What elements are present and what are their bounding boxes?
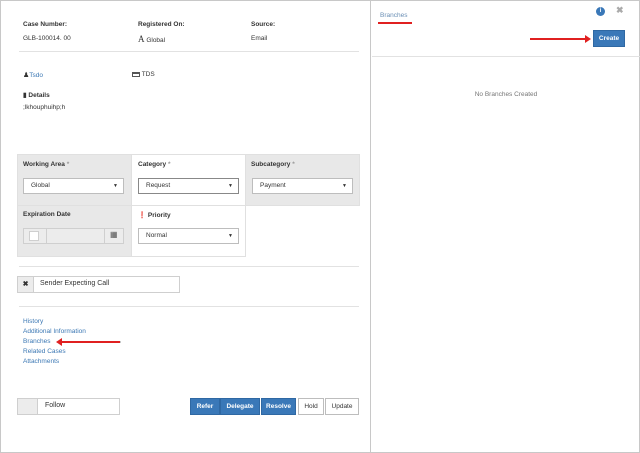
divider <box>19 266 359 267</box>
divider <box>19 306 359 307</box>
working-area-select[interactable]: Global ▼ <box>23 178 124 194</box>
divider <box>104 229 105 243</box>
calendar-icon[interactable]: ▦ <box>110 230 118 239</box>
annotation-arrow <box>530 35 591 43</box>
refer-button[interactable]: Refer <box>190 398 220 415</box>
source-value: Email <box>251 35 268 42</box>
registered-on-label: Registered On: <box>138 21 185 28</box>
tag-text: Sender Expecting Call <box>40 280 110 287</box>
link-branches[interactable]: Branches <box>23 338 50 345</box>
subcategory-label: Subcategory * <box>251 161 295 168</box>
branches-panel: Branches i ✖ Create No Branches Created <box>372 1 640 453</box>
card-icon <box>132 71 140 77</box>
expiration-label: Expiration Date <box>23 211 71 218</box>
case-number-value: GLB-100014. 00 <box>23 35 71 42</box>
case-window: Case Number: GLB-100014. 00 Registered O… <box>0 0 640 453</box>
caret-down-icon: ▼ <box>342 183 347 189</box>
caret-down-icon: ▼ <box>113 183 118 189</box>
details-value: ;lkhouphuihp;h <box>23 104 66 111</box>
title-underline-annotation <box>378 22 412 24</box>
category-label: Category * <box>138 161 171 168</box>
expiration-date-input[interactable]: ▦ <box>23 228 124 244</box>
panel-title: Branches <box>380 12 408 19</box>
divider <box>19 51 359 52</box>
follow-checkbox[interactable] <box>18 399 38 414</box>
priority-select[interactable]: Normal ▼ <box>138 228 239 244</box>
translate-icon: A <box>138 34 145 44</box>
divider <box>372 56 640 57</box>
close-icon[interactable]: ✖ <box>18 277 34 292</box>
case-detail-panel: Case Number: GLB-100014. 00 Registered O… <box>1 1 371 453</box>
empty-message: No Branches Created <box>474 91 538 98</box>
caret-down-icon: ▼ <box>228 233 233 239</box>
update-button[interactable]: Update <box>325 398 359 415</box>
follow-toggle[interactable]: Follow <box>17 398 120 415</box>
info-icon[interactable]: i <box>596 7 605 16</box>
delegate-button[interactable]: Delegate <box>220 398 260 415</box>
link-attachments[interactable]: Attachments <box>23 358 59 365</box>
info-icon: ❗ <box>138 212 147 219</box>
details-heading: ▮ Details <box>23 92 50 99</box>
user-link[interactable]: ♟Tsdo <box>23 71 43 79</box>
tds-tag: TDS <box>132 71 155 78</box>
subcategory-select[interactable]: Payment ▼ <box>252 178 353 194</box>
link-history[interactable]: History <box>23 318 43 325</box>
create-button[interactable]: Create <box>593 30 625 47</box>
case-number-label: Case Number: <box>23 21 68 28</box>
divider <box>46 229 47 243</box>
hold-button[interactable]: Hold <box>298 398 324 415</box>
date-checkbox[interactable] <box>29 231 39 241</box>
tag-chip: ✖ Sender Expecting Call <box>17 276 180 293</box>
priority-label: ❗ Priority <box>138 212 171 219</box>
resolve-button[interactable]: Resolve <box>261 398 296 415</box>
source-label: Source: <box>251 21 276 28</box>
registered-on-value: A Global <box>138 34 166 44</box>
comment-icon: ▮ <box>23 92 27 99</box>
category-select[interactable]: Request ▼ <box>138 178 239 194</box>
annotation-arrow <box>56 338 121 346</box>
link-additional-information[interactable]: Additional Information <box>23 328 86 335</box>
link-related-cases[interactable]: Related Cases <box>23 348 66 355</box>
close-icon[interactable]: ✖ <box>616 5 624 16</box>
working-area-label: Working Area * <box>23 161 70 168</box>
caret-down-icon: ▼ <box>228 183 233 189</box>
